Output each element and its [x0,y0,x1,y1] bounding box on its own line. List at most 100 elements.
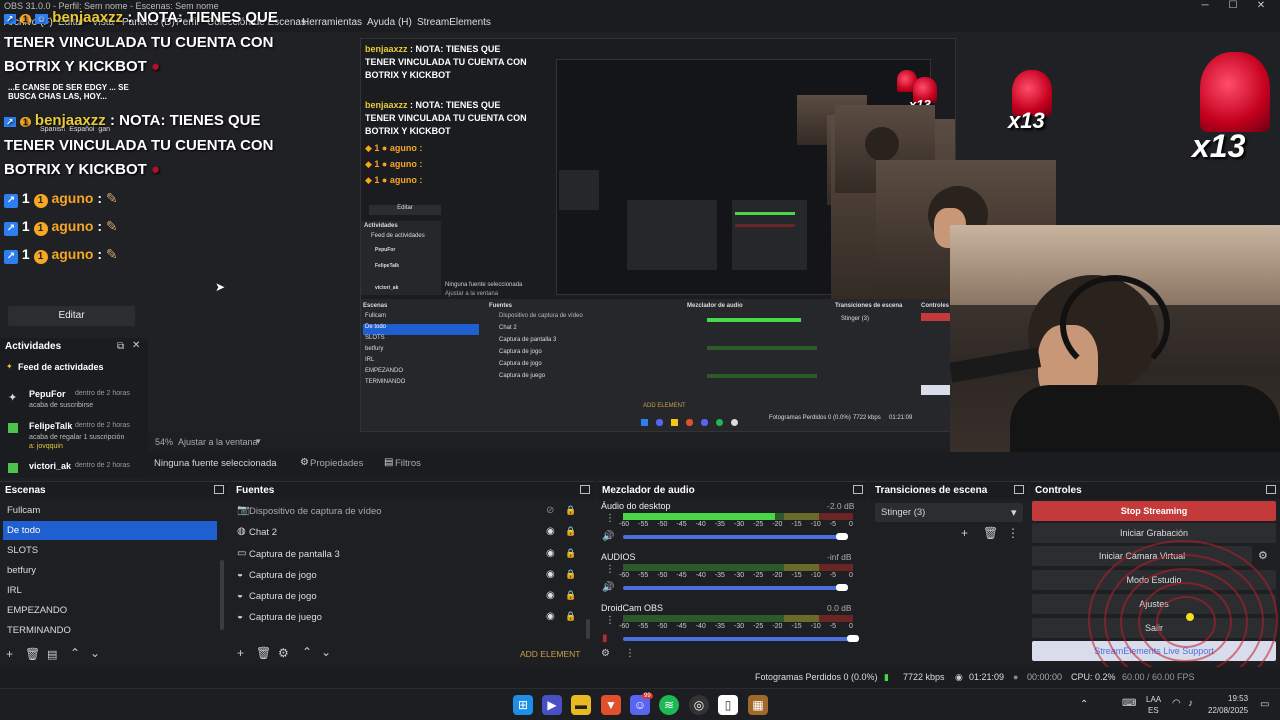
lock-icon[interactable]: 🔒 [565,526,576,537]
trash-icon[interactable]: 🗑 [256,646,271,660]
gear-icon[interactable]: ⚙ [278,646,289,660]
activity-item[interactable]: victori_ak dentro de 2 horas [8,461,148,477]
menu-streamelements[interactable]: StreamElements [417,17,491,28]
stop-streaming-button[interactable]: Stop Streaming [1032,501,1276,521]
gear-icon[interactable]: ⚙ [1258,549,1268,562]
more-icon[interactable]: ⋮ [625,648,635,659]
start-recording-button[interactable]: Iniciar Grabación [1032,523,1276,543]
source-item[interactable]: ▭ Captura de pantalla 3 ◉ 🔒 [235,545,576,565]
source-item[interactable]: ◒ Captura de jogo ◉ 🔒 [235,566,576,586]
popout-icon[interactable] [1014,485,1024,494]
windows-start-icon[interactable]: ⊞ [513,695,533,715]
scene-item[interactable]: SLOTS [3,541,217,560]
eye-icon[interactable]: ◉ [546,548,555,559]
filters-button[interactable]: Filtros [395,458,421,469]
filter-icon[interactable]: ▤ [384,457,393,468]
trash-icon[interactable]: 🗑 [25,647,40,661]
more-icon[interactable]: ⋮ [605,615,615,626]
source-item[interactable]: ◒ Captura de juego ◉ 🔒 [235,608,576,628]
up-icon[interactable]: ⌃ [302,645,312,659]
activity-item[interactable]: FelipeTalk dentro de 2 horas acaba de re… [8,421,148,451]
lock-icon[interactable]: 🔒 [565,611,576,622]
speaker-icon[interactable]: 🔊 [602,531,614,542]
zoom-fit-dropdown[interactable]: Ajustar a la ventana [178,437,258,447]
add-icon[interactable]: + [6,647,13,661]
minecraft-icon[interactable]: ▦ [748,695,768,715]
transition-select[interactable]: Stinger (3) ▾ [875,503,1023,522]
clock-time[interactable]: 19:53 [1228,694,1248,703]
scene-item[interactable]: EMPEZANDO [3,601,217,620]
add-element-button[interactable]: ADD ELEMENT [520,649,580,659]
speaker-icon[interactable]: 🔊 [602,582,614,593]
eye-icon[interactable]: ◉ [546,590,555,601]
source-item[interactable]: 📷 Dispositivo de captura de vídeo ⊘ 🔒 [235,502,576,522]
popout-icon[interactable] [1266,485,1276,494]
scrollbar[interactable] [586,619,590,639]
lock-icon[interactable]: 🔒 [565,505,576,516]
input-lang-code[interactable]: ES [1148,706,1159,715]
trash-icon[interactable]: 🗑 [983,526,998,540]
add-icon[interactable]: + [961,526,968,540]
volume-slider[interactable] [623,535,842,539]
activity-item[interactable]: ✦ PepuFor dentro de 2 horas acaba de sus… [8,389,148,413]
obs-icon[interactable]: ◎ [689,695,709,715]
down-icon[interactable]: ⌄ [321,645,331,659]
more-icon[interactable]: ⋮ [605,513,615,524]
scene-item[interactable]: Fullcam [3,501,217,520]
spotify-icon[interactable]: ≋ [659,695,679,715]
menu-ayuda[interactable]: Ayuda (H) [367,17,412,28]
input-lang[interactable]: LAA [1146,695,1161,704]
meet-icon[interactable]: ▶ [542,695,562,715]
wifi-icon[interactable]: ◠ [1172,698,1181,709]
volume-knob[interactable] [835,584,848,591]
more-icon[interactable]: ⋮ [1007,526,1019,540]
filter-icon[interactable]: ▤ [47,648,57,661]
minimize-button[interactable]: ─ [1190,0,1220,14]
volume-slider[interactable] [623,586,842,590]
gear-icon[interactable]: ⚙ [601,648,610,659]
up-icon[interactable]: ⌃ [70,646,80,660]
eye-icon[interactable]: ◉ [546,569,555,580]
keyboard-icon[interactable]: ⌨ [1122,698,1136,709]
source-item[interactable]: ◒ Captura de jogo ◉ 🔒 [235,587,576,607]
volume-knob[interactable] [835,533,848,540]
more-icon[interactable]: ⋮ [605,564,615,575]
popout-icon[interactable] [853,485,863,494]
editar-button[interactable]: Editar [8,306,135,326]
popout-icon[interactable]: ⧉ [117,341,124,352]
maximize-button[interactable]: ☐ [1218,0,1248,14]
tray-chevron-up-icon[interactable]: ⌃ [1080,699,1088,710]
eye-icon[interactable]: ◉ [546,611,555,622]
scene-item-selected[interactable]: De todo [3,521,217,540]
lock-icon[interactable]: 🔒 [565,548,576,559]
file-explorer-icon[interactable]: ▬ [571,695,591,715]
down-icon[interactable]: ⌄ [90,646,100,660]
scene-item[interactable]: IRL [3,581,217,600]
lock-icon[interactable]: 🔒 [565,590,576,601]
volume-icon[interactable]: ♪ [1188,698,1193,709]
gear-icon[interactable]: ⚙ [300,457,309,468]
source-item[interactable]: ◍ Chat 2 ◉ 🔒 [235,523,576,543]
chevron-down-icon[interactable]: ▾ [256,436,261,447]
scene-item[interactable]: betfury [3,561,217,580]
add-icon[interactable]: + [237,646,244,660]
popout-icon[interactable] [214,485,224,494]
scene-item[interactable]: TERMINANDO [3,621,217,640]
eye-hidden-icon[interactable]: ⊘ [546,505,554,516]
volume-knob[interactable] [847,635,859,642]
notification-icon[interactable]: ▭ [1260,699,1269,710]
clock-date[interactable]: 22/08/2025 [1208,706,1248,715]
close-button[interactable]: ✕ [1246,0,1276,14]
obs-icon [731,419,739,426]
eye-icon[interactable]: ◉ [546,526,555,537]
popout-icon[interactable] [580,485,590,494]
menu-herramientas[interactable]: Herramientas [302,17,362,28]
properties-button[interactable]: Propiedades [310,458,363,469]
speaker-icon[interactable]: ▮ [602,633,608,644]
document-icon[interactable]: ▯ [718,695,738,715]
brave-icon[interactable]: ▼ [601,695,621,715]
lock-icon[interactable]: 🔒 [565,569,576,580]
close-icon[interactable]: ✕ [132,340,140,351]
volume-slider[interactable] [623,637,853,641]
scrollbar[interactable] [220,560,224,630]
